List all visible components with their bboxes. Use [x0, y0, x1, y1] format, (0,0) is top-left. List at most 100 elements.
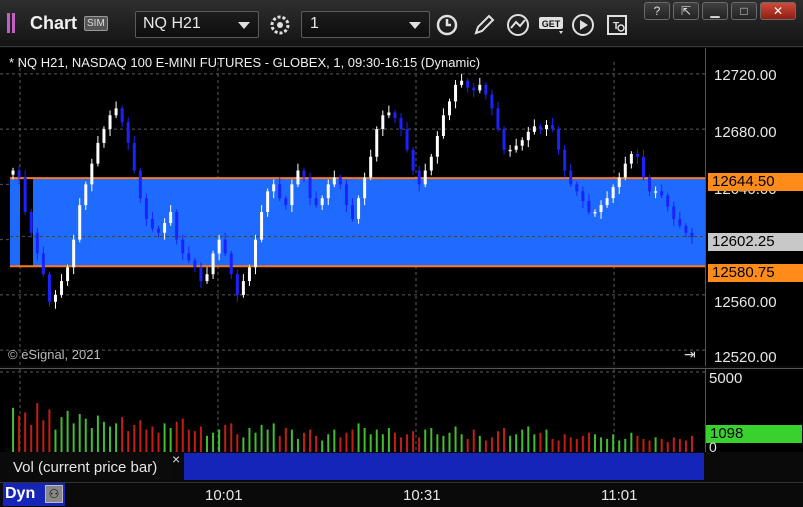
help-button[interactable]: ?: [644, 2, 670, 20]
volume-bar: [581, 435, 584, 453]
volume-bar: [430, 428, 433, 453]
volume-bar: [660, 438, 663, 453]
candle-body: [338, 177, 342, 185]
volume-bar: [121, 417, 124, 453]
volume-bar: [575, 438, 578, 453]
candle-body: [17, 170, 21, 178]
volume-bar: [406, 434, 409, 453]
candle-body: [72, 239, 76, 268]
interval-selector[interactable]: 1: [301, 11, 430, 38]
candle-body: [593, 212, 597, 214]
volume-bar: [315, 435, 318, 453]
volume-bar: [533, 434, 536, 453]
window-title: Chart: [30, 13, 78, 33]
time-sales-icon[interactable]: T: [603, 11, 630, 38]
volume-bar: [369, 434, 372, 453]
study-icon[interactable]: [504, 11, 531, 38]
volume-bar: [212, 432, 215, 453]
volume-bar: [387, 428, 390, 453]
symbol-settings-icon[interactable]: [266, 11, 293, 38]
volume-bar: [351, 429, 354, 453]
time-label: 10:01: [205, 487, 243, 504]
volume-bar: [290, 429, 293, 453]
candle-body: [387, 112, 391, 116]
volume-bar: [418, 437, 421, 453]
chevron-down-icon[interactable]: [238, 22, 250, 29]
volume-chart[interactable]: [0, 368, 705, 453]
volume-chart-svg[interactable]: [0, 369, 705, 453]
volume-bar: [272, 423, 275, 453]
chevron-down-icon[interactable]: [409, 22, 421, 29]
candle-body: [363, 177, 367, 199]
volume-bar: [672, 437, 675, 453]
candle-body: [508, 149, 512, 152]
volume-bar: [139, 420, 142, 453]
volume-bar: [612, 434, 615, 453]
volume-bar: [448, 432, 451, 453]
link-icon[interactable]: ⚇: [45, 485, 63, 503]
candle-body: [381, 115, 385, 130]
volume-bar: [163, 423, 166, 453]
volume-bar: [36, 403, 39, 453]
price-chart-svg[interactable]: [0, 48, 705, 366]
time-axis[interactable]: Dyn ⚇ 10:01 10:31 11:01: [0, 482, 803, 507]
close-button[interactable]: ✕: [760, 2, 796, 20]
volume-bar: [515, 434, 518, 453]
volume-bar: [60, 417, 63, 453]
restore-button[interactable]: ⇱: [673, 2, 699, 20]
candle-body: [23, 177, 27, 212]
chart-titlebar: Chart SIM NQ H21 1 GET T ? ⇱ ▁ □ ✕: [0, 0, 803, 47]
price-tick: 12520.00: [714, 349, 777, 366]
volume-bar: [181, 418, 184, 453]
candle-body: [217, 239, 221, 254]
price-axis[interactable]: 12720.00 12680.00 12640.00 12560.00 1252…: [705, 48, 803, 366]
current-price: 12602.25: [712, 233, 775, 250]
volume-axis[interactable]: 5000 1098 0: [705, 368, 803, 455]
clock-icon[interactable]: [433, 11, 460, 38]
volume-bar: [442, 435, 445, 453]
candle-body: [460, 80, 464, 85]
get-data-icon[interactable]: GET: [536, 11, 568, 38]
chart-icon: [7, 13, 15, 33]
volume-bar: [600, 437, 603, 453]
candle-body: [314, 198, 318, 206]
volume-bar: [78, 414, 81, 453]
volume-bar: [690, 435, 693, 453]
volume-bar: [187, 429, 190, 453]
close-study-icon[interactable]: ×: [172, 451, 180, 467]
symbol-selector[interactable]: NQ H21: [135, 11, 259, 38]
candle-body: [629, 153, 633, 164]
volume-bar: [127, 431, 130, 453]
volume-bar: [678, 438, 681, 453]
volume-bar: [48, 409, 51, 453]
candle-body: [423, 170, 427, 185]
mode-box[interactable]: Dyn ⚇: [3, 483, 65, 506]
lower-band-price-tag: 12580.75: [708, 264, 803, 282]
candle-body: [84, 184, 88, 206]
scroll-to-end-icon[interactable]: ⇥: [684, 346, 696, 363]
candle-body: [35, 232, 39, 254]
volume-bar: [102, 421, 105, 453]
minimize-button[interactable]: ▁: [702, 2, 728, 20]
candle-body: [169, 212, 173, 224]
candle-body: [254, 239, 258, 268]
candle-body: [278, 184, 282, 199]
maximize-button[interactable]: □: [731, 2, 757, 20]
chart-header: * NQ H21, NASDAQ 100 E-MINI FUTURES - GL…: [9, 55, 481, 70]
pencil-draw-icon[interactable]: [470, 11, 497, 38]
candle-body: [53, 294, 57, 302]
volume-study-label-box[interactable]: Vol (current price bar): [6, 454, 171, 480]
volume-bar: [521, 429, 524, 453]
candle-body: [308, 177, 312, 199]
price-chart[interactable]: * NQ H21, NASDAQ 100 E-MINI FUTURES - GL…: [0, 48, 705, 366]
volume-bar: [339, 437, 342, 453]
candle-body: [544, 124, 548, 130]
volume-bar: [363, 428, 366, 453]
play-icon[interactable]: [569, 11, 596, 38]
volume-bar: [42, 420, 45, 453]
candle-body: [157, 228, 161, 233]
current-price-tag: 12602.25: [708, 233, 803, 251]
interval-value: 1: [310, 15, 319, 32]
candle-body: [90, 163, 94, 185]
candle-body: [144, 198, 148, 219]
